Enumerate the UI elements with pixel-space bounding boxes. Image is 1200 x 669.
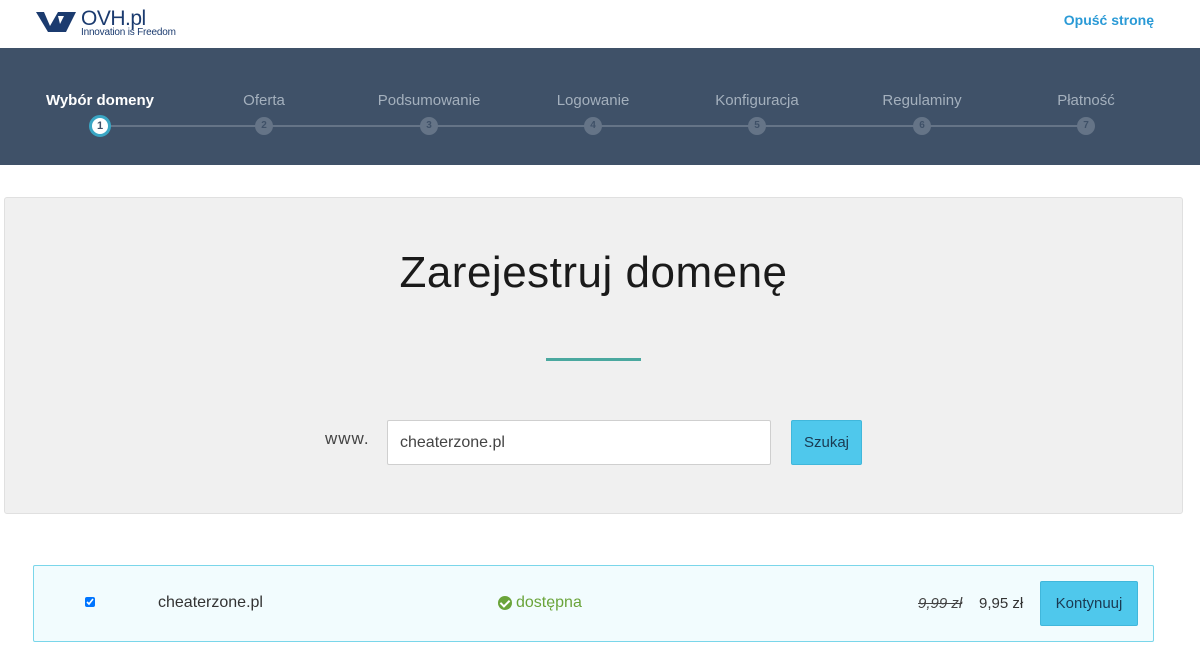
availability-status: dostępna [498,594,582,612]
checkout-stepper: Wybór domeny 1 Oferta 2 Podsumowanie 3 L… [0,48,1200,165]
step-label: Regulaminy [882,92,962,109]
result-domain-name: cheaterzone.pl [158,594,263,611]
search-button[interactable]: Szukaj [791,420,862,465]
availability-text: dostępna [516,594,582,611]
step-number: 4 [584,117,602,135]
step-domain-selection[interactable]: Wybór domeny 1 [20,48,180,165]
step-number: 6 [913,117,931,135]
step-label: Konfiguracja [715,92,799,109]
step-payment: Płatność 7 [1006,48,1166,165]
old-price: 9,99 zł [918,595,963,612]
step-login: Logowanie 4 [513,48,673,165]
top-bar: OVH.pl Innovation is Freedom Opuść stron… [0,0,1200,48]
domain-result-row: cheaterzone.pl dostępna 9,99 zł 9,95 zł … [33,565,1154,642]
ovh-logo-icon [36,12,76,32]
logo-text: OVH.pl Innovation is Freedom [81,8,176,38]
step-label: Oferta [243,92,285,109]
step-terms: Regulaminy 6 [842,48,1002,165]
step-summary: Podsumowanie 3 [349,48,509,165]
domain-search-input[interactable] [387,420,771,465]
page-title: Zarejestruj domenę [399,248,788,297]
www-prefix-label: www. [325,429,370,448]
logo-tagline: Innovation is Freedom [81,27,176,38]
logo-name: OVH.pl [81,7,146,30]
check-circle-icon [498,596,512,610]
leave-page-link[interactable]: Opuść stronę [1064,12,1154,28]
current-price: 9,95 zł [979,595,1024,612]
domain-search-panel: Zarejestruj domenę www. Szukaj [4,197,1183,514]
step-offer: Oferta 2 [184,48,344,165]
step-number: 1 [89,115,111,137]
step-configuration: Konfiguracja 5 [677,48,837,165]
domain-select-checkbox[interactable] [85,597,95,607]
continue-button[interactable]: Kontynuuj [1040,581,1138,626]
step-number: 5 [748,117,766,135]
step-number: 2 [255,117,273,135]
step-label: Logowanie [556,92,630,109]
step-label: Podsumowanie [377,92,481,109]
step-number: 3 [420,117,438,135]
step-number: 7 [1077,117,1095,135]
ovh-logo[interactable]: OVH.pl Innovation is Freedom [34,8,176,38]
step-label: Płatność [1057,92,1115,109]
title-divider [546,358,641,361]
step-label: Wybór domeny [45,92,155,109]
